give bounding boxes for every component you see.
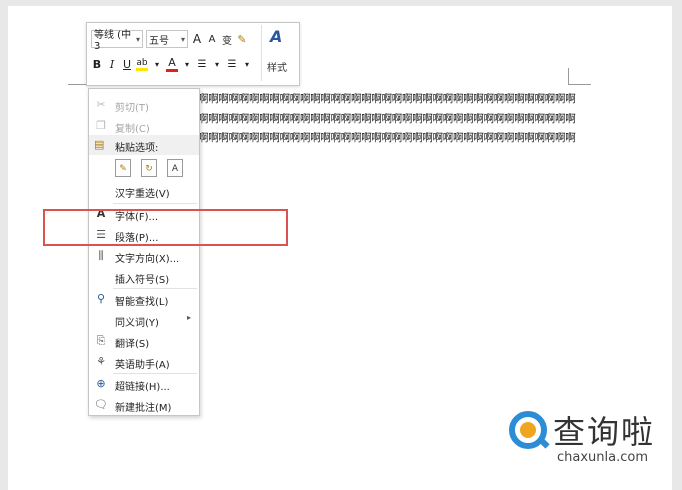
mini-toolbar: 等线 (中3 ▾ 五号 ▾ A A 变 ✎ B I U ab ▾ A ▾ ☰ ▾… — [86, 22, 300, 86]
menu-item-label: 复制(C) — [115, 124, 150, 135]
bold-button[interactable]: B — [91, 58, 103, 71]
styles-button[interactable]: A 样式 — [261, 25, 296, 81]
menu-item-translate[interactable]: ⎘ 翻译(S) — [89, 331, 199, 351]
chevron-down-icon: ▾ — [135, 34, 140, 44]
menu-item-reconvert[interactable]: 汉字重选(V) — [89, 181, 199, 201]
chevron-down-icon[interactable]: ▾ — [241, 60, 253, 69]
italic-button[interactable]: I — [106, 58, 118, 71]
menu-item-label: 智能查找(L) — [115, 297, 169, 308]
hyperlink-icon: ⊕ — [96, 377, 106, 390]
styles-label: 样式 — [267, 63, 287, 74]
menu-item-smart-lookup[interactable]: ⚲ 智能查找(L) — [89, 289, 199, 309]
logo-text-cn: 查询啦 — [553, 413, 656, 451]
menu-item-hyperlink[interactable]: ⊕ 超链接(H)... — [89, 374, 199, 394]
menu-item-new-comment[interactable]: 🗨 新建批注(M) — [89, 395, 199, 415]
grow-font-button[interactable]: A — [191, 32, 203, 46]
context-menu: ✂ 剪切(T) ❐ 复制(C) ▤ 粘贴选项: ✎ ↻ A 汉字重选(V) A … — [88, 88, 200, 416]
format-painter-icon[interactable]: ✎ — [236, 33, 248, 46]
menu-item-synonyms[interactable]: 同义词(Y) ▸ — [89, 310, 199, 330]
highlight-button[interactable]: ab — [136, 58, 148, 71]
phonetic-guide-button[interactable]: 变 — [221, 32, 233, 47]
font-name-value: 等线 (中3 — [94, 30, 132, 52]
menu-item-copy[interactable]: ❐ 复制(C) — [89, 116, 199, 136]
chevron-down-icon: ▾ — [180, 34, 185, 44]
translate-icon: ⎘ — [96, 334, 106, 347]
font-name-combo[interactable]: 等线 (中3 ▾ — [91, 30, 143, 52]
font-color-button[interactable]: A — [166, 56, 178, 72]
watermark-logo: 查询啦 chaxunla.com — [505, 403, 675, 473]
search-icon: ⚲ — [96, 292, 106, 305]
shrink-font-button[interactable]: A — [206, 34, 218, 45]
menu-item-label: 英语助手(A) — [115, 360, 170, 371]
logo-q-tail — [538, 437, 550, 449]
english-assistant-icon: ⚘ — [96, 355, 106, 368]
numbering-icon[interactable]: ☰ — [226, 59, 238, 70]
chevron-down-icon[interactable]: ▾ — [181, 60, 193, 69]
logo-text-domain: chaxunla.com — [557, 450, 648, 465]
styles-icon: A — [270, 27, 283, 46]
chevron-down-icon[interactable]: ▾ — [211, 60, 223, 69]
font-size-value: 五号 — [149, 35, 169, 47]
chevron-down-icon[interactable]: ▾ — [151, 60, 163, 69]
clipboard-icon: ▤ — [94, 138, 105, 151]
menu-item-label: 汉字重选(V) — [115, 189, 170, 200]
paste-keep-format-icon[interactable]: ✎ — [115, 159, 131, 177]
menu-item-label: 翻译(S) — [115, 339, 150, 350]
logo-q-dot — [520, 422, 536, 438]
menu-item-english-assistant[interactable]: ⚘ 英语助手(A) — [89, 352, 199, 372]
menu-item-label: 剪切(T) — [115, 103, 149, 114]
menu-item-label: 文字方向(X)... — [115, 254, 180, 265]
menu-item-insert-symbol[interactable]: 插入符号(S) — [89, 267, 199, 287]
paste-options-header: ▤ 粘贴选项: — [89, 135, 199, 155]
menu-item-label: 插入符号(S) — [115, 275, 170, 286]
bullets-icon[interactable]: ☰ — [196, 59, 208, 70]
paste-text-only-icon[interactable]: A — [167, 159, 183, 177]
text-direction-icon: ⫼ — [98, 249, 104, 262]
menu-item-text-direction[interactable]: ⫼ 文字方向(X)... — [89, 246, 199, 266]
copy-icon: ❐ — [96, 119, 106, 132]
menu-item-label: 新建批注(M) — [115, 403, 172, 414]
paste-merge-format-icon[interactable]: ↻ — [141, 159, 157, 177]
comment-icon: 🗨 — [94, 398, 108, 411]
underline-button[interactable]: U — [121, 58, 133, 71]
paste-options-label: 粘贴选项: — [115, 143, 159, 154]
menu-item-label: 同义词(Y) — [115, 318, 159, 329]
menu-item-cut[interactable]: ✂ 剪切(T) — [89, 95, 199, 115]
font-size-combo[interactable]: 五号 ▾ — [146, 30, 188, 48]
menu-item-label: 超链接(H)... — [115, 382, 170, 393]
submenu-arrow-icon: ▸ — [186, 313, 191, 322]
annotation-highlight-box — [43, 209, 288, 246]
scissors-icon: ✂ — [96, 98, 106, 111]
margin-mark-right — [568, 68, 591, 85]
paste-options-row: ✎ ↻ A — [115, 159, 183, 177]
